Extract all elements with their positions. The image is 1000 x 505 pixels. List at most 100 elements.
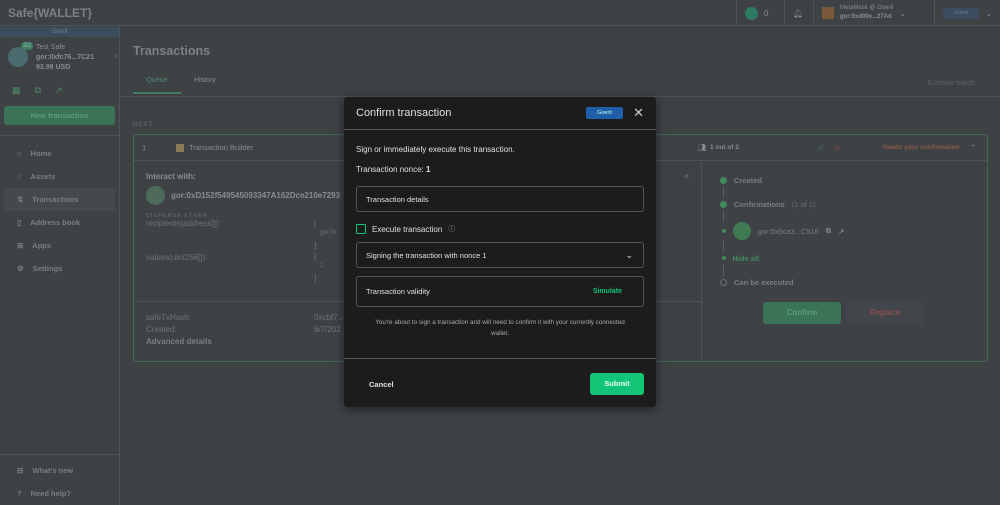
- replace-button[interactable]: Replace: [846, 302, 924, 324]
- step-label: Created: [734, 175, 762, 185]
- sidebar-item-label: Assets: [30, 172, 56, 181]
- details-label: Transaction details: [366, 194, 429, 204]
- execute-batch-button[interactable]: Execute batch: [928, 80, 975, 87]
- sidebar: Goerli 2/2 Test Safe gor:0xfc76...7C21 9…: [0, 27, 120, 505]
- sign-notice: You're about to sign a transaction and w…: [375, 319, 625, 337]
- interact-address: gor:0xD152f549545093347A162Dce210e7293: [171, 191, 341, 200]
- close-icon[interactable]: ✕: [633, 105, 644, 121]
- threshold-badge: 2/2: [21, 42, 34, 50]
- tab-queue[interactable]: Queue: [133, 77, 181, 94]
- value-item: 1: [320, 263, 324, 269]
- confirm-button[interactable]: Confirm: [763, 302, 841, 324]
- sidebar-item-assets[interactable]: ○ Assets: [4, 165, 115, 188]
- checkbox[interactable]: [356, 224, 366, 234]
- new-transaction-button[interactable]: New transaction: [4, 106, 115, 125]
- logo: Safe{WALLET}: [8, 6, 93, 20]
- copy-icon[interactable]: ⧉: [826, 226, 831, 236]
- param-values: values(uint256[]):: [146, 253, 208, 262]
- owners-icon: 👥︎: [697, 143, 707, 152]
- transaction-details-accordion[interactable]: Transaction details: [356, 186, 644, 212]
- hash-label: safeTxHash:: [146, 313, 191, 322]
- sidebar-item-apps[interactable]: ⊞ Apps: [4, 234, 115, 257]
- simulate-button[interactable]: Simulate: [593, 288, 622, 295]
- wallet-address: gor:0xd09e...27Ad: [840, 14, 892, 20]
- bracket: ]: [314, 274, 317, 283]
- next-label: NEXT: [133, 122, 154, 128]
- signer-avatar: [732, 222, 751, 240]
- footer-label: What's new: [32, 466, 74, 475]
- signing-option-select[interactable]: Signing the transaction with nonce 1 ⌄: [356, 242, 644, 268]
- submit-button[interactable]: Submit: [590, 373, 644, 395]
- tab-history[interactable]: History: [181, 77, 229, 94]
- sidebar-item-label: Apps: [32, 241, 52, 250]
- chevron-down-icon: ⌄: [899, 8, 906, 18]
- validity-label: Transaction validity: [366, 287, 430, 296]
- bracket: ]: [314, 241, 317, 250]
- created-value: 6/7/202: [314, 325, 341, 334]
- safe-balance: 93.99 USD: [36, 64, 71, 71]
- transaction-validity: Transaction validity Simulate: [356, 276, 644, 307]
- assets-icon: ○: [17, 172, 22, 181]
- network-banner: Goerli: [0, 27, 119, 37]
- network-badge: Goerli: [586, 107, 623, 119]
- bracket: [: [314, 252, 317, 261]
- bell-icon: 🔔︎: [793, 8, 804, 18]
- share-icon[interactable]: <: [684, 172, 689, 181]
- gift-icon: ⊟: [17, 466, 24, 475]
- top-header: Safe{WALLET} 0 🔔︎ MetaMask @ Goerli gor:0…: [0, 0, 1000, 26]
- tx-app-name: Transaction Builder: [189, 143, 254, 152]
- chevron-right-icon[interactable]: ›: [114, 51, 117, 60]
- external-link-icon[interactable]: ↗: [838, 227, 844, 236]
- sidebar-item-label: Address book: [30, 218, 81, 227]
- signer: gor:0x9ca3...C516 ⧉ ↗: [720, 222, 969, 240]
- signing-option: Signing the transaction with nonce 1: [366, 250, 487, 260]
- safe-avatar: [8, 47, 28, 67]
- address-book-icon: ▯: [17, 218, 22, 227]
- network-badge: Goerli: [943, 7, 980, 19]
- recipient-value: gor:0x: [320, 230, 337, 236]
- step-label: Confirmations: [734, 199, 785, 209]
- confirmations-count: 1 out of 2: [710, 144, 739, 151]
- sidebar-item-transactions[interactable]: ⇅ Transactions: [4, 188, 115, 211]
- step-confirmations: Confirmations (1 of 2): [720, 198, 969, 210]
- metamask-fox-icon: [822, 7, 834, 19]
- chevron-down-icon: ⌄: [985, 8, 992, 18]
- chevron-down-icon: ⌄: [625, 249, 633, 260]
- pending-tx-button[interactable]: 0: [736, 0, 784, 26]
- sidebar-item-label: Settings: [32, 264, 63, 273]
- external-link-icon[interactable]: ↗: [55, 85, 63, 96]
- notifications-button[interactable]: 🔔︎: [784, 0, 813, 26]
- confirmations-progress: (1 of 2): [791, 199, 816, 209]
- address-avatar: [146, 186, 165, 205]
- chevron-up-icon[interactable]: ⌃: [970, 143, 976, 152]
- dialog-title: Confirm transaction: [356, 107, 452, 119]
- help-icon: ?: [17, 489, 22, 498]
- network-selector[interactable]: Goerli ⌄: [934, 0, 1000, 26]
- step-created: Created: [720, 174, 969, 186]
- hide-all-link[interactable]: Hide all: [720, 252, 969, 264]
- qr-code-icon[interactable]: ▦: [12, 85, 21, 96]
- safe-info[interactable]: 2/2 Test Safe gor:0xfc76...7C21 93.99 US…: [0, 37, 119, 85]
- safe-name: Test Safe: [36, 44, 66, 51]
- sidebar-item-address-book[interactable]: ▯ Address book: [4, 211, 115, 234]
- advanced-details-link[interactable]: Advanced details: [146, 337, 212, 346]
- sidebar-item-label: Home: [30, 149, 52, 158]
- execute-transaction-checkbox[interactable]: Execute transaction ⓘ: [356, 224, 644, 234]
- need-help-link[interactable]: ? Need help?: [4, 482, 116, 505]
- info-icon: ⓘ: [448, 226, 456, 233]
- param-recipients: recipients(address[]):: [146, 219, 221, 228]
- sidebar-item-settings[interactable]: ⚙ Settings: [4, 257, 115, 280]
- apps-icon: ⊞: [17, 241, 24, 250]
- cancel-circle-icon: ◎: [834, 143, 841, 152]
- wallet-button[interactable]: MetaMask @ Goerli gor:0xd09e...27Ad ⌄: [813, 0, 934, 26]
- tx-nonce: 1: [142, 143, 147, 152]
- nonce-value: 1: [425, 165, 431, 174]
- cancel-button[interactable]: Cancel: [369, 380, 394, 389]
- bracket: [: [314, 219, 317, 228]
- sidebar-item-home[interactable]: ⌂ Home: [4, 142, 115, 165]
- whats-new-link[interactable]: ⊟ What's new: [4, 459, 116, 482]
- confirm-transaction-dialog: Confirm transaction Goerli ✕ Sign or imm…: [344, 97, 656, 407]
- transactions-icon: ⇅: [17, 195, 24, 204]
- copy-icon[interactable]: ⧉: [35, 85, 41, 96]
- hash-value: 0xcbf7...: [314, 313, 345, 322]
